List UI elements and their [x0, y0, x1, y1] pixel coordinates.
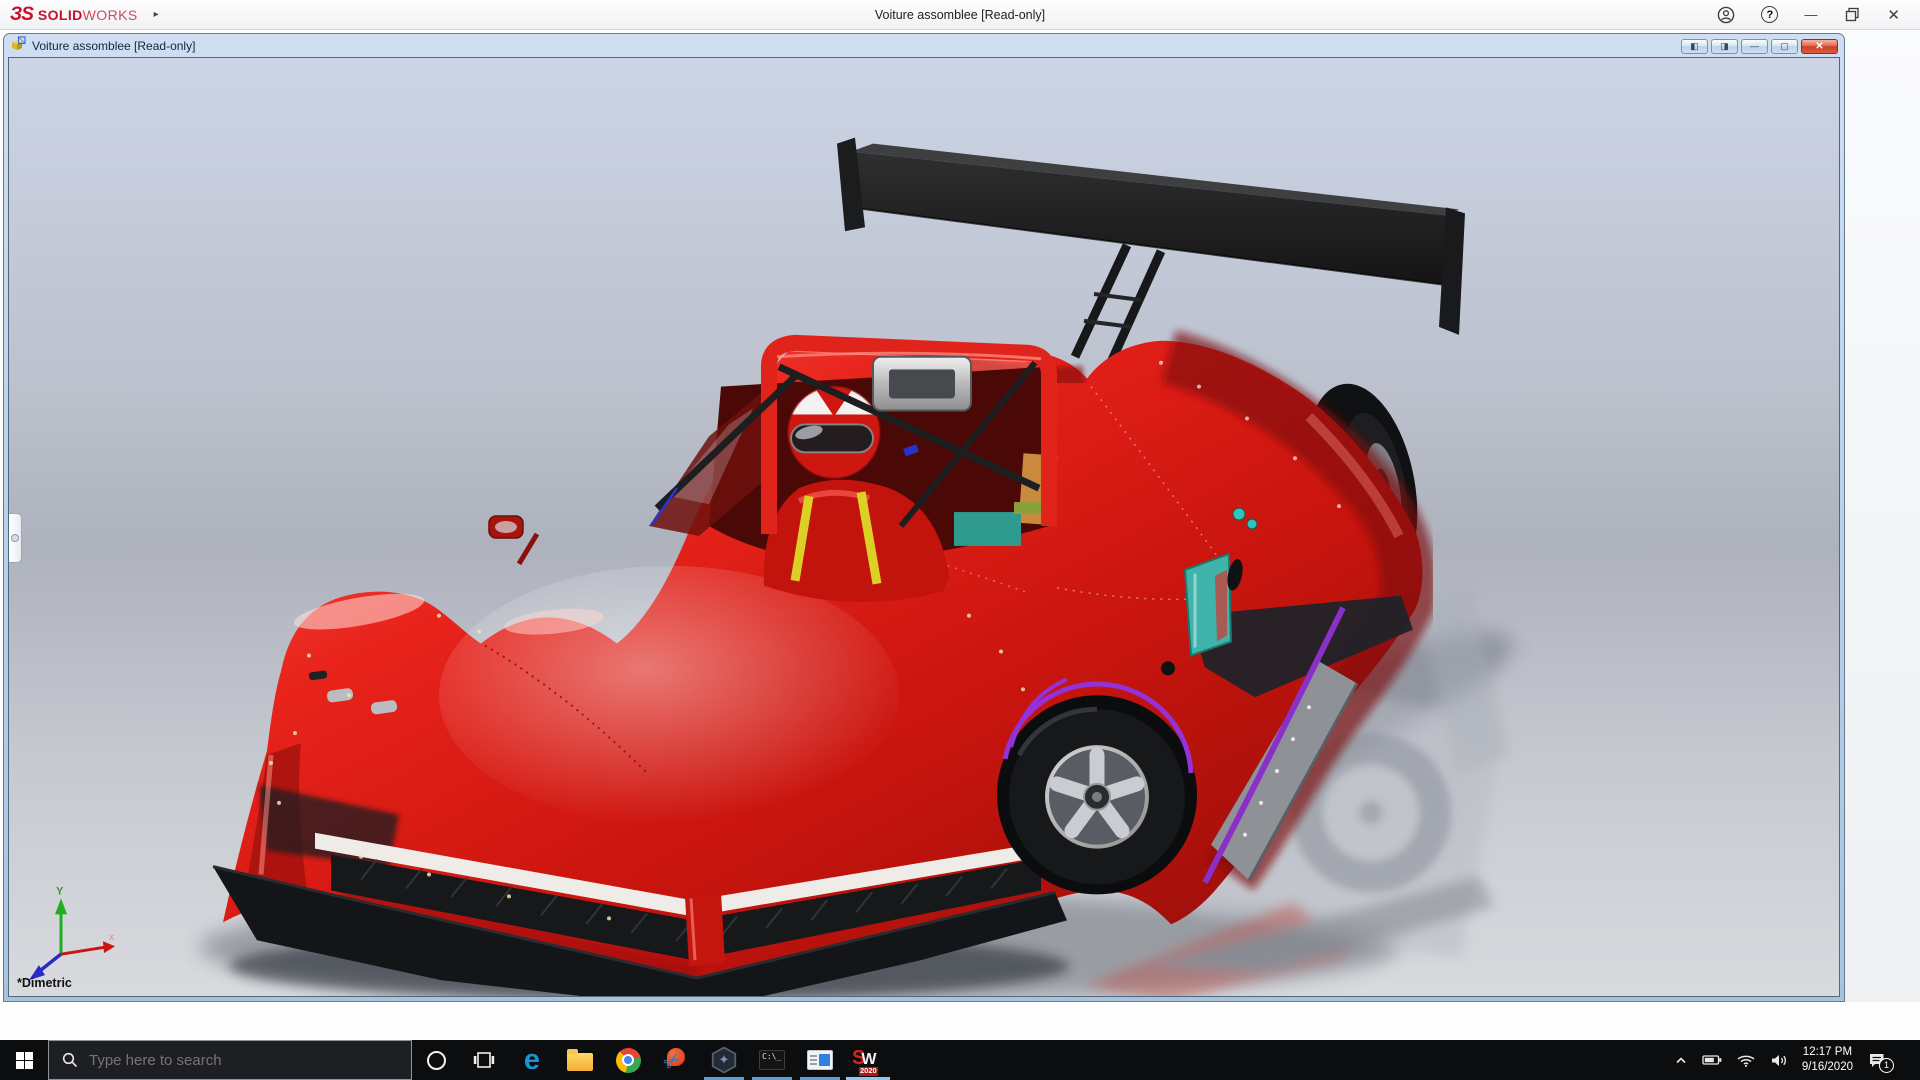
split-pane-left-button[interactable]: ◧	[1681, 38, 1708, 54]
menu-expand-arrow-icon[interactable]: ▸	[154, 9, 159, 20]
action-center-button[interactable]: 1	[1868, 1052, 1894, 1073]
chrome-icon	[615, 1047, 641, 1073]
triad-x-label: x	[109, 932, 114, 943]
solidworks-logo: ЗS SOLID WORKS	[10, 3, 138, 25]
battery-icon[interactable]	[1702, 1053, 1723, 1067]
notification-badge: 1	[1879, 1057, 1894, 1073]
search-input[interactable]	[89, 1051, 379, 1069]
taskbar-item-snipping-tool[interactable]: ✂	[652, 1040, 700, 1080]
air-intake	[872, 355, 972, 412]
document-window: Voiture assomblee [Read-only] ◧ ◨ — ▢ ✕	[3, 33, 1845, 1002]
3d-viewport[interactable]: Y x *Dimetric	[8, 57, 1840, 997]
view-orientation-label: *Dimetric	[17, 976, 72, 990]
system-tray: 12:17 PM 9/16/2020 1	[1673, 1040, 1920, 1080]
help-icon[interactable]: ?	[1761, 6, 1779, 23]
taskbar-item-edge[interactable]: e	[508, 1040, 556, 1080]
close-button[interactable]: ✕	[1887, 6, 1900, 24]
restore-button[interactable]	[1843, 6, 1861, 24]
taskbar-item-media-app[interactable]	[796, 1040, 844, 1080]
assembly-document-icon	[10, 36, 26, 56]
volume-icon[interactable]	[1769, 1053, 1789, 1068]
triad-y-label: Y	[56, 885, 64, 897]
document-close-button[interactable]: ✕	[1801, 38, 1838, 54]
document-titlebar[interactable]: Voiture assomblee [Read-only] ◧ ◨ — ▢ ✕	[8, 35, 1840, 57]
app-background-bottom	[0, 1002, 1920, 1040]
windows-logo-icon	[15, 1051, 33, 1069]
task-view-icon	[473, 1052, 495, 1068]
feature-panel-collapse-tab[interactable]	[9, 513, 22, 563]
hexagon-compass-app-icon: ✦	[711, 1046, 737, 1074]
collapse-arrow-icon	[11, 534, 19, 542]
taskbar-item-task-view[interactable]	[460, 1040, 508, 1080]
taskbar-item-hexagon-app[interactable]: ✦	[700, 1040, 748, 1080]
3d-viewport-canvas[interactable]: Y x	[9, 58, 1839, 996]
rear-wheel	[997, 681, 1197, 895]
split-pane-right-button[interactable]: ◨	[1711, 38, 1738, 54]
solidworks-2020-icon: SW 2020	[852, 1046, 878, 1076]
app-background-right	[1845, 30, 1920, 1040]
taskbar-item-command-prompt[interactable]: C:\_	[748, 1040, 796, 1080]
main-titlebar: ЗS SOLID WORKS ▸ Voiture assomblee [Read…	[0, 0, 1920, 30]
taskbar-search[interactable]	[48, 1040, 412, 1080]
solidworks-logo-mark: ЗS	[10, 3, 34, 25]
taskbar-clock[interactable]: 12:17 PM 9/16/2020	[1802, 1045, 1853, 1075]
account-icon[interactable]	[1717, 6, 1735, 24]
app-title: Voiture assomblee [Read-only]	[874, 7, 1046, 22]
document-minimize-button[interactable]: —	[1741, 38, 1768, 54]
snipping-tool-icon: ✂	[658, 1047, 687, 1076]
file-explorer-icon	[567, 1049, 593, 1071]
driver-helmet	[787, 385, 881, 480]
taskbar-item-file-explorer[interactable]	[556, 1040, 604, 1080]
tray-time: 12:17 PM	[1802, 1046, 1853, 1059]
wifi-icon[interactable]	[1736, 1053, 1756, 1068]
document-title: Voiture assomblee [Read-only]	[32, 39, 196, 53]
command-prompt-icon: C:\_	[759, 1050, 785, 1070]
taskbar-item-chrome[interactable]	[604, 1040, 652, 1080]
taskbar: e ✂ ✦ C:\_ SW 2020	[0, 1040, 1920, 1080]
cortana-icon	[426, 1050, 446, 1070]
taskbar-item-solidworks[interactable]: SW 2020	[844, 1040, 892, 1080]
taskbar-item-cortana[interactable]	[412, 1040, 460, 1080]
start-button[interactable]	[0, 1040, 48, 1080]
minimize-button[interactable]: —	[1804, 7, 1817, 22]
edge-icon: e	[523, 1043, 541, 1076]
document-restore-button[interactable]: ▢	[1771, 38, 1798, 54]
tray-chevron-icon[interactable]	[1673, 1053, 1689, 1067]
tray-date: 9/16/2020	[1801, 1061, 1853, 1073]
search-icon	[62, 1052, 78, 1068]
media-app-icon	[807, 1050, 833, 1070]
